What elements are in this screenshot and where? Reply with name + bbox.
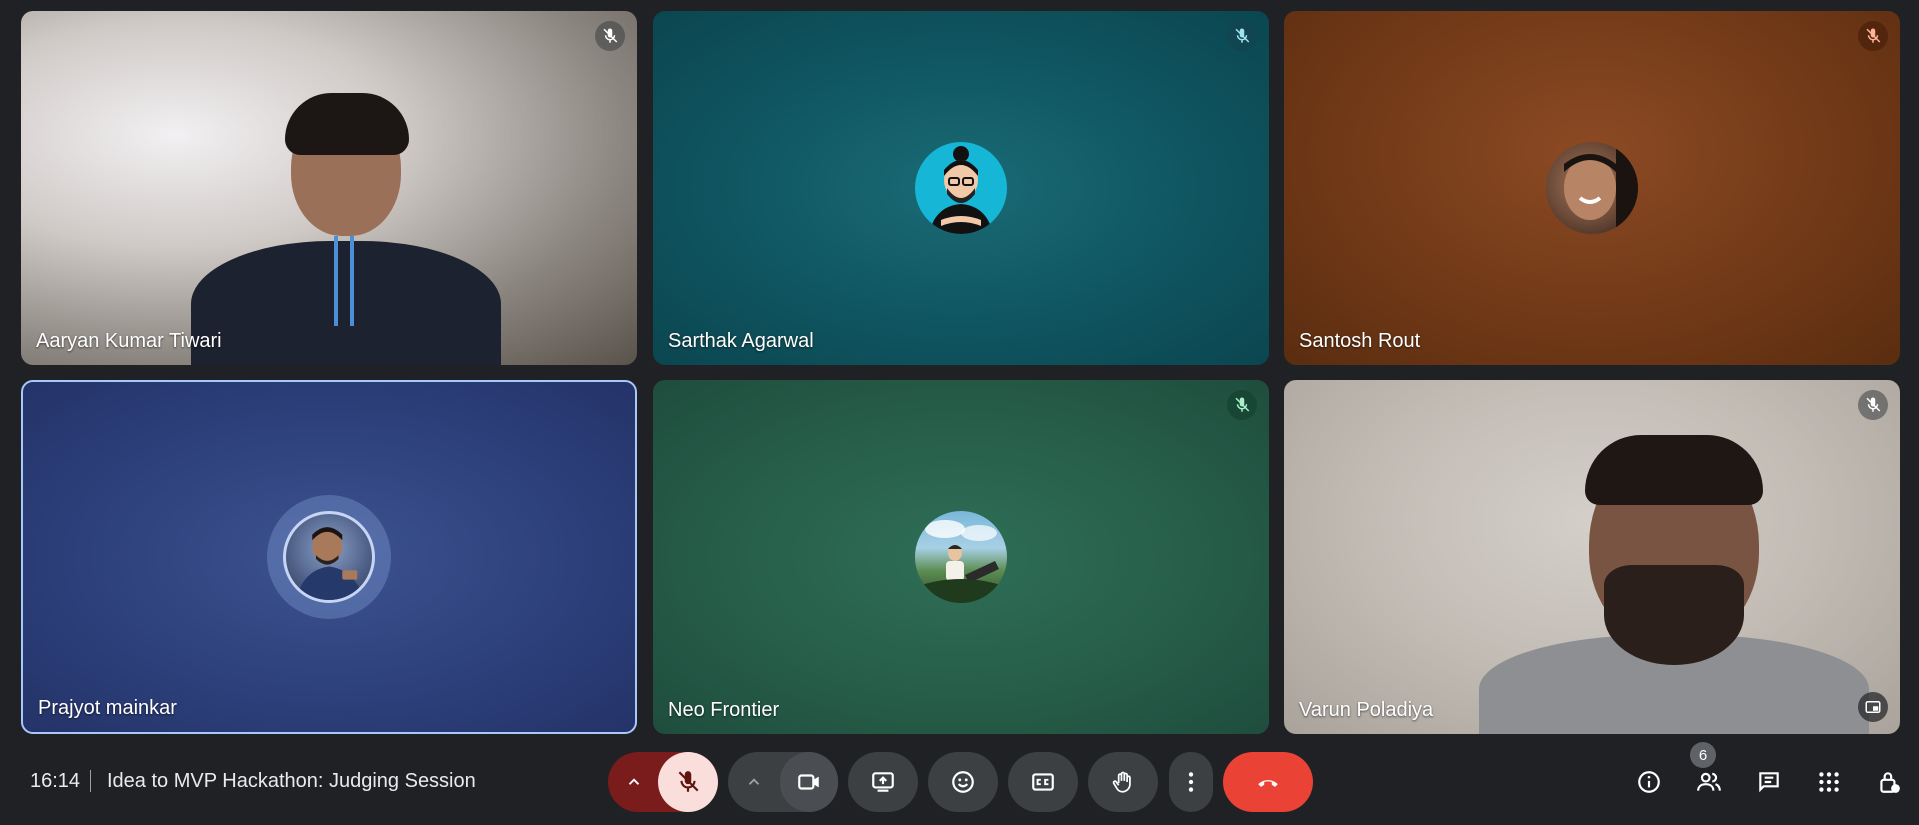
closed-captions-icon — [1032, 773, 1054, 791]
divider — [90, 770, 91, 792]
meeting-title: Idea to MVP Hackathon: Judging Session — [107, 770, 476, 792]
avatar — [283, 511, 375, 603]
hand-icon — [1112, 771, 1131, 793]
bottom-bar: 16:14 Idea to MVP Hackathon: Judging Ses… — [0, 750, 1919, 815]
info-icon — [1638, 771, 1660, 793]
participant-name: Santosh Rout — [1299, 330, 1421, 352]
emoji-icon — [952, 771, 974, 793]
camera-toggle-button[interactable] — [780, 752, 838, 812]
host-controls-button[interactable] — [1869, 762, 1909, 802]
mic-off-icon — [595, 21, 625, 51]
leave-call-button[interactable] — [1223, 752, 1313, 812]
raise-hand-button[interactable] — [1088, 752, 1158, 812]
more-vert-icon — [1188, 772, 1194, 792]
participant-tile[interactable]: Santosh Rout — [1284, 11, 1900, 365]
participant-tile[interactable]: Prajyot mainkar — [21, 380, 637, 734]
present-screen-icon — [872, 772, 894, 792]
captions-button[interactable] — [1008, 752, 1078, 812]
mic-off-icon — [1227, 21, 1257, 51]
meeting-time: 16:14 — [30, 770, 81, 792]
camera-options-button[interactable] — [728, 752, 780, 812]
more-options-button[interactable] — [1169, 752, 1213, 812]
participant-tile[interactable]: Sarthak Agarwal — [653, 11, 1269, 365]
participant-name: Varun Poladiya — [1299, 699, 1434, 721]
chat-button[interactable] — [1749, 762, 1789, 802]
video-camera-icon — [798, 774, 819, 790]
mic-off-icon — [1858, 21, 1888, 51]
host-controls-icon — [1880, 772, 1900, 793]
reactions-button[interactable] — [928, 752, 998, 812]
mic-off-icon — [678, 771, 699, 792]
mic-off-icon — [1858, 390, 1888, 420]
participant-grid: Aaryan Kumar Tiwari Sarthak Agarwal Sant… — [21, 11, 1901, 734]
participant-name: Aaryan Kumar Tiwari — [36, 330, 222, 352]
meeting-details-button[interactable] — [1629, 762, 1669, 802]
end-call-icon — [1258, 780, 1278, 787]
apps-icon — [1819, 772, 1839, 792]
present-screen-button[interactable] — [848, 752, 918, 812]
people-button[interactable] — [1689, 762, 1729, 802]
avatar — [1546, 142, 1638, 234]
avatar — [915, 142, 1007, 234]
participant-name: Prajyot mainkar — [38, 697, 177, 719]
video-feed — [171, 93, 511, 365]
video-feed — [1459, 435, 1879, 734]
side-panel-controls — [1619, 750, 1919, 815]
chat-icon — [1759, 772, 1779, 793]
activities-button[interactable] — [1809, 762, 1849, 802]
people-count-badge: 6 — [1690, 742, 1716, 768]
participant-name: Sarthak Agarwal — [668, 330, 814, 352]
chevron-up-icon — [748, 778, 760, 785]
participant-tile[interactable]: Varun Poladiya — [1284, 380, 1900, 734]
microphone-toggle-button[interactable] — [658, 752, 718, 812]
picture-in-picture-icon[interactable] — [1858, 692, 1888, 722]
participant-name: Neo Frontier — [668, 699, 780, 721]
mic-off-icon — [1227, 390, 1257, 420]
people-icon — [1697, 772, 1721, 791]
chevron-up-icon — [628, 778, 640, 785]
participant-tile[interactable]: Neo Frontier — [653, 380, 1269, 734]
avatar — [915, 511, 1007, 603]
mic-options-button[interactable] — [608, 752, 660, 812]
participant-tile[interactable]: Aaryan Kumar Tiwari — [21, 11, 637, 365]
